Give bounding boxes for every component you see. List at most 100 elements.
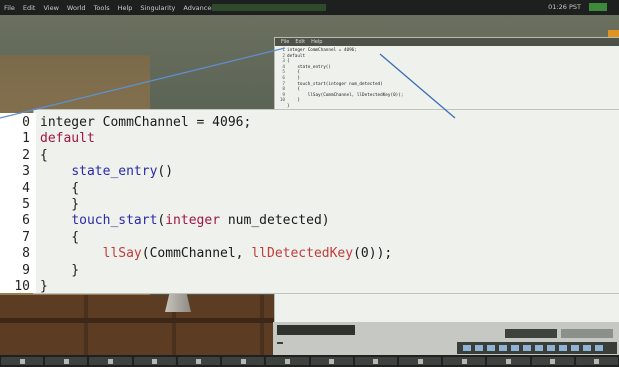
toolbar-button[interactable] [89, 357, 132, 365]
toolbar-button[interactable] [398, 357, 442, 365]
floor-plank [0, 318, 300, 323]
chat-panel [273, 322, 619, 355]
line-number: 9 [22, 262, 30, 278]
code-line: integer CommChannel = 4096; [40, 115, 251, 130]
script-menu-file[interactable]: File [281, 39, 289, 45]
menu-singularity[interactable]: Singularity [140, 4, 175, 12]
code-token: llDetectedKey [251, 246, 354, 262]
panel-icon[interactable] [595, 345, 603, 351]
code-token: touch_start [71, 213, 158, 229]
toolbar-button[interactable] [487, 357, 530, 365]
code-token: (CommChannel, [141, 246, 252, 262]
zoomed-code-panel: 0 1 2 3 4 5 6 7 8 9 10 integer CommChannel = 4096;… [0, 110, 619, 294]
panel-icon[interactable] [583, 345, 591, 351]
code-line: llSay(CommChannel, llDetectedKey(0)); [40, 246, 393, 262]
line-number: 2 [22, 147, 30, 163]
toolbar-button[interactable] [266, 357, 309, 365]
panel-icon[interactable] [559, 345, 567, 351]
code-token: () [157, 164, 174, 180]
panel-icon[interactable] [571, 345, 579, 351]
code-line: touch_start(integer num_detected) [40, 213, 330, 229]
menu-help[interactable]: Help [118, 4, 133, 12]
toolbar-icon [240, 358, 246, 364]
toolbar-icon [19, 358, 25, 364]
code-line: default [40, 131, 95, 146]
chat-input[interactable] [277, 325, 355, 335]
script-code-line: llSay(CommChannel, llDetectedKey(0)); [287, 92, 404, 98]
toolbar-button[interactable] [443, 357, 486, 365]
code-line: } [40, 263, 79, 278]
toolbar-icon [461, 358, 467, 364]
code-line: } [40, 279, 48, 294]
code-line: } [40, 197, 79, 212]
panel-icon[interactable] [511, 345, 519, 351]
line-number: 7 [22, 229, 30, 245]
toolbar-button[interactable] [1, 357, 44, 365]
code-token: integer [165, 213, 221, 229]
code-line: { [40, 148, 48, 163]
toolbar-button[interactable] [310, 357, 353, 365]
menu-advanced[interactable]: Advanced [183, 4, 215, 12]
code-line: { [40, 230, 79, 245]
toolbar-button[interactable] [222, 357, 265, 365]
panel-button-2[interactable] [561, 329, 613, 338]
script-code-line: } [287, 103, 290, 109]
toolbar-icon [152, 358, 158, 364]
toolbar-icon [329, 358, 335, 364]
menu-file[interactable]: File [4, 4, 15, 12]
toolbar-button[interactable] [133, 357, 176, 365]
line-number: 5 [22, 197, 30, 212]
toolbar-icon [550, 358, 556, 364]
line-number: 8 [22, 246, 30, 262]
toolbar-button[interactable] [45, 357, 88, 365]
script-menu-edit[interactable]: Edit [295, 39, 305, 45]
status-badge[interactable] [589, 3, 607, 11]
toolbar-button[interactable] [177, 357, 221, 365]
panel-button-1[interactable] [505, 329, 557, 338]
toolbar-button[interactable] [354, 357, 397, 365]
code-line: { [40, 181, 79, 196]
clock: 01:26 PST [548, 3, 581, 11]
menu-world[interactable]: World [67, 4, 86, 12]
panel-icon[interactable] [523, 345, 531, 351]
world-object[interactable] [165, 290, 191, 312]
code-token: default [40, 131, 95, 147]
toolbar-icon [417, 358, 423, 364]
script-menu-help[interactable]: Help [311, 39, 322, 45]
bottom-toolbar [0, 355, 619, 367]
toolbar-button[interactable] [531, 357, 574, 365]
code-token: state_entry [71, 164, 158, 180]
code-token: llSay [102, 246, 142, 262]
line-number: 0 [22, 115, 30, 130]
toolbar-button[interactable] [575, 357, 619, 365]
panel-icon[interactable] [547, 345, 555, 351]
code-token: num_detected) [220, 213, 330, 229]
toolbar-icon [373, 358, 379, 364]
code-token: } [40, 197, 80, 212]
panel-icon[interactable] [463, 345, 471, 351]
toolbar-icon [196, 358, 202, 364]
viewer-window: File Edit View World Tools Help Singular… [0, 0, 619, 367]
script-code-area[interactable]: integer CommChannel = 4096; default{ stat… [287, 48, 403, 110]
script-editor-menu: File Edit Help [275, 38, 619, 46]
menu-tools[interactable]: Tools [94, 4, 110, 12]
menu-view[interactable]: View [43, 4, 58, 12]
panel-icon[interactable] [475, 345, 483, 351]
panel-icon[interactable] [535, 345, 543, 351]
panel-icon[interactable] [487, 345, 495, 351]
zoomed-line-gutter: 0 1 2 3 4 5 6 7 8 9 10 [0, 113, 36, 294]
script-line-numbers: 1 2 3 4 5 6 7 8 9 10 [277, 48, 285, 104]
code-token: } [40, 262, 80, 278]
panel-icon[interactable] [499, 345, 507, 351]
toolbar-icon [108, 358, 114, 364]
chat-option[interactable] [277, 342, 283, 344]
menu-edit[interactable]: Edit [23, 4, 36, 12]
toolbar-icon [506, 358, 512, 364]
code-token: { [40, 180, 80, 196]
status-banner [212, 4, 326, 11]
panel-icon-bar [457, 342, 617, 354]
line-number: 3 [22, 164, 30, 180]
code-token: } [40, 279, 48, 294]
